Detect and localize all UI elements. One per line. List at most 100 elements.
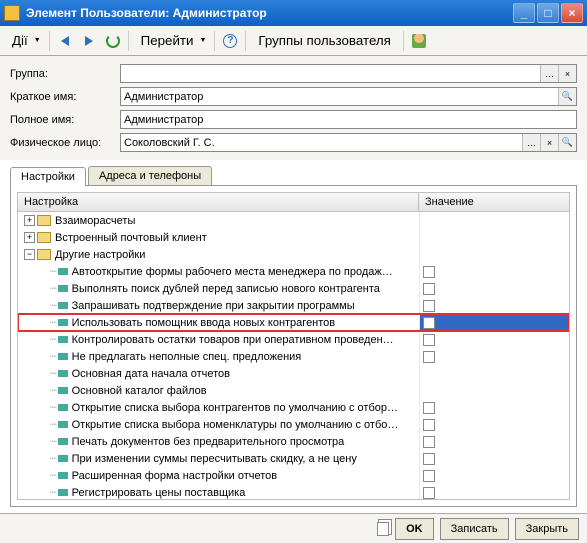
tree-label: Основная дата начала отчетов <box>72 368 230 380</box>
tree-connector: ┈ <box>50 384 56 398</box>
clear-button[interactable]: × <box>540 134 558 151</box>
tree-connector: ┈ <box>50 265 56 279</box>
col-value[interactable]: Значение <box>419 193 569 211</box>
tree-leaf[interactable]: ┈Использовать помощник ввода новых контр… <box>18 314 569 331</box>
value-checkbox[interactable]: ✓ <box>423 317 435 329</box>
tree-leaf[interactable]: ┈Выполнять поиск дублей перед записью но… <box>18 280 569 297</box>
ok-button[interactable]: OK <box>395 518 434 540</box>
col-setting[interactable]: Настройка <box>18 193 419 211</box>
tabs: Настройки Адреса и телефоны <box>10 166 577 185</box>
value-checkbox[interactable] <box>423 266 435 278</box>
window-close-button[interactable]: × <box>561 3 583 23</box>
value-checkbox[interactable] <box>423 334 435 346</box>
go-menu[interactable]: Перейти▼ <box>133 30 211 52</box>
group-input[interactable] <box>121 65 540 82</box>
minimize-button[interactable]: _ <box>513 3 535 23</box>
tree-leaf[interactable]: ┈Открытие списка выбора номенклатуры по … <box>18 416 569 433</box>
expander-icon[interactable]: − <box>24 249 35 260</box>
value-checkbox[interactable] <box>423 300 435 312</box>
value-checkbox[interactable] <box>423 470 435 482</box>
tree-leaf[interactable]: ┈Автооткрытие формы рабочего места менед… <box>18 263 569 280</box>
tree-label: Выполнять поиск дублей перед записью нов… <box>72 283 380 295</box>
grid-body[interactable]: +Взаиморасчеты+Встроенный почтовый клиен… <box>17 212 570 500</box>
person-field[interactable]: … × 🔍 <box>120 133 577 152</box>
tree-connector: ┈ <box>50 367 56 381</box>
fullname-label: Полное имя: <box>10 114 120 126</box>
lookup-button[interactable]: 🔍 <box>558 134 576 151</box>
ellipsis-button[interactable]: … <box>540 65 558 82</box>
value-checkbox[interactable] <box>423 402 435 414</box>
tab-addresses[interactable]: Адреса и телефоны <box>88 166 212 185</box>
window-icon <box>4 5 20 21</box>
actions-menu-label: Дії <box>8 33 32 48</box>
tree-folder[interactable]: + Встроенный почтовый клиент <box>18 229 569 246</box>
value-checkbox[interactable] <box>423 436 435 448</box>
value-checkbox[interactable] <box>423 419 435 431</box>
folder-icon <box>37 249 51 260</box>
tree-connector: ┈ <box>50 350 56 364</box>
person-label: Физическое лицо: <box>10 137 120 149</box>
tab-settings[interactable]: Настройки <box>10 167 86 186</box>
shortname-field[interactable]: 🔍 <box>120 87 577 106</box>
maximize-button[interactable]: □ <box>537 3 559 23</box>
user-icon <box>412 34 426 48</box>
tree-leaf[interactable]: ┈При изменении суммы пересчитывать скидк… <box>18 450 569 467</box>
leaf-icon <box>58 370 68 377</box>
ellipsis-button[interactable]: … <box>522 134 540 151</box>
person-input[interactable] <box>121 134 522 151</box>
tree-leaf[interactable]: ┈Печать документов без предварительного … <box>18 433 569 450</box>
shortname-input[interactable] <box>121 88 558 105</box>
tree-folder[interactable]: +Взаиморасчеты <box>18 212 569 229</box>
save-button[interactable]: Записать <box>440 518 509 540</box>
value-checkbox[interactable] <box>423 487 435 499</box>
tree-label: Контролировать остатки товаров при опера… <box>72 334 394 346</box>
arrow-left-icon <box>61 36 69 46</box>
group-field[interactable]: … × <box>120 64 577 83</box>
refresh-button[interactable] <box>102 30 124 52</box>
value-checkbox[interactable] <box>423 453 435 465</box>
separator <box>214 31 215 51</box>
tree-leaf[interactable]: ┈Расширенная форма настройки отчетов <box>18 467 569 484</box>
tree-leaf[interactable]: ┈ Основная дата начала отчетов <box>18 365 569 382</box>
user-groups-button[interactable]: Группы пользователя <box>250 30 399 52</box>
tree-connector: ┈ <box>50 401 56 415</box>
expander-icon[interactable]: + <box>24 232 35 243</box>
leaf-icon <box>58 387 68 394</box>
footer: OK Записать Закрыть <box>0 513 587 543</box>
expander-icon[interactable]: + <box>24 215 35 226</box>
tree-label: Основной каталог файлов <box>72 385 207 397</box>
tree-connector: ┈ <box>50 418 56 432</box>
actions-menu[interactable]: Дії▼ <box>4 30 45 52</box>
tree-label: Использовать помощник ввода новых контра… <box>72 317 336 329</box>
tree-leaf[interactable]: ┈Не предлагать неполные спец. предложени… <box>18 348 569 365</box>
tree-leaf[interactable]: ┈Контролировать остатки товаров при опер… <box>18 331 569 348</box>
nav-back-button[interactable] <box>54 30 76 52</box>
user-icon-button[interactable] <box>408 30 430 52</box>
fullname-input[interactable] <box>120 110 577 129</box>
tree-leaf[interactable]: ┈Запрашивать подтверждение при закрытии … <box>18 297 569 314</box>
tree-leaf[interactable]: ┈ Основной каталог файлов <box>18 382 569 399</box>
tree-folder[interactable]: − Другие настройки <box>18 246 569 263</box>
go-menu-label: Перейти <box>137 33 198 48</box>
tree-connector: ┈ <box>50 486 56 500</box>
value-checkbox[interactable] <box>423 283 435 295</box>
tree-label: Встроенный почтовый клиент <box>55 232 207 244</box>
lookup-button[interactable]: 🔍 <box>558 88 576 105</box>
tree-label: Открытие списка выбора контрагентов по у… <box>72 402 398 414</box>
tree-connector: ┈ <box>50 299 56 313</box>
tab-content: Настройка Значение +Взаиморасчеты+Встрое… <box>10 185 577 507</box>
leaf-icon <box>58 421 68 428</box>
leaf-icon <box>58 472 68 479</box>
tree-leaf[interactable]: ┈Регистрировать цены поставщика <box>18 484 569 500</box>
separator <box>49 31 50 51</box>
tree-leaf[interactable]: ┈ Открытие списка выбора контрагентов по … <box>18 399 569 416</box>
close-button[interactable]: Закрыть <box>515 518 579 540</box>
user-groups-label: Группы пользователя <box>254 33 395 48</box>
help-button[interactable]: ? <box>219 30 241 52</box>
clear-button[interactable]: × <box>558 65 576 82</box>
nav-forward-button[interactable] <box>78 30 100 52</box>
window-title: Элемент Пользователи: Администратор <box>26 6 511 20</box>
tree-label: Печать документов без предварительного п… <box>72 436 345 448</box>
value-checkbox[interactable] <box>423 351 435 363</box>
tree-label: Другие настройки <box>55 249 145 261</box>
